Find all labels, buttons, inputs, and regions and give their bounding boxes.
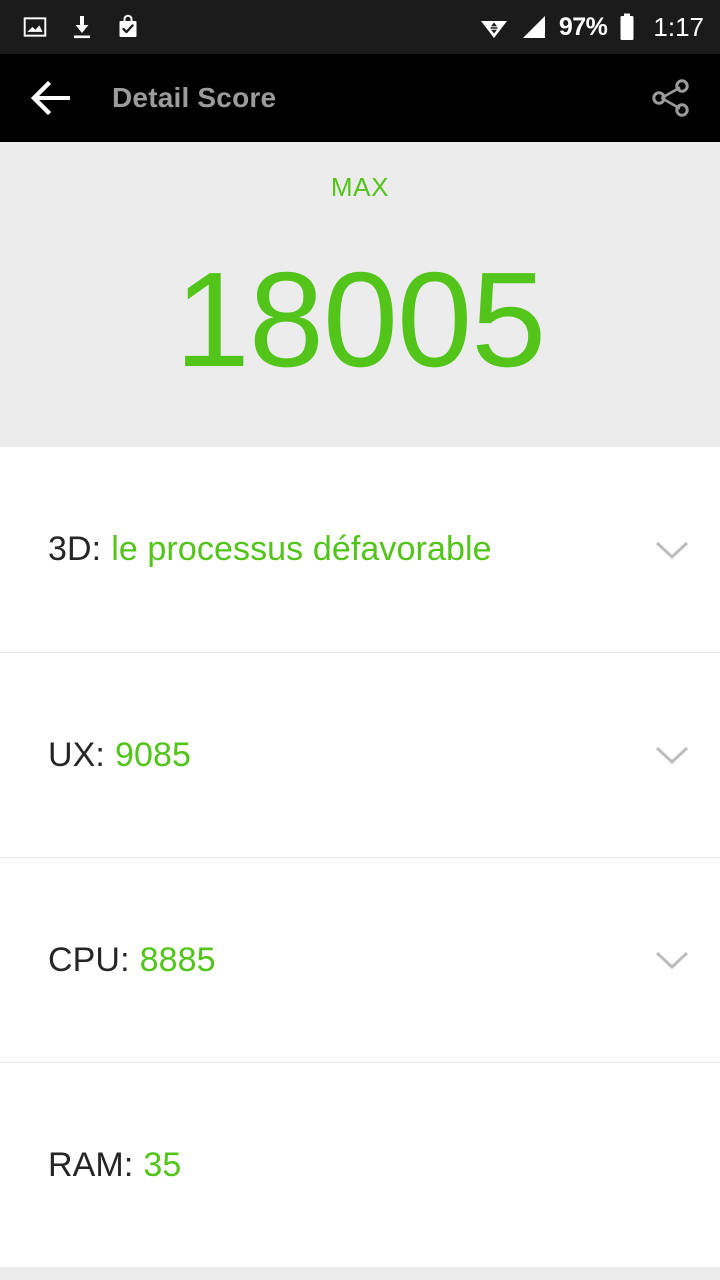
- detail-row-label: 3D:: [48, 530, 102, 568]
- download-icon: [70, 14, 94, 40]
- detail-row-ram[interactable]: RAM: 35: [0, 1062, 720, 1267]
- chevron-down-icon[interactable]: [652, 537, 692, 563]
- max-score-label: MAX: [330, 172, 390, 202]
- share-icon[interactable]: [648, 76, 694, 120]
- chevron-down-icon[interactable]: [652, 742, 692, 768]
- detail-row-label: UX:: [48, 735, 105, 774]
- detail-row-ux[interactable]: UX: 9085: [0, 652, 720, 857]
- bottom-strip: [0, 1267, 720, 1280]
- shopping-bag-check-icon: [116, 14, 140, 40]
- back-arrow-icon[interactable]: [28, 78, 74, 118]
- max-score-value: 18005: [174, 244, 546, 395]
- detail-row-cpu[interactable]: CPU: 8885: [0, 857, 720, 1062]
- detail-row-label: RAM:: [48, 1145, 134, 1184]
- wifi-data-transfer-icon: [479, 13, 509, 41]
- status-bar-clock: 1:17: [653, 11, 704, 42]
- app-screen: 97% 1:17 Detail Score MAX 18005 3D: le p…: [0, 0, 720, 1280]
- detail-row-label: CPU:: [48, 940, 130, 979]
- status-bar: 97% 1:17: [0, 0, 720, 54]
- status-bar-system-icons: 97% 1:17: [479, 12, 704, 43]
- battery-percent-label: 97%: [558, 12, 608, 41]
- detail-row-value: 8885: [139, 940, 216, 979]
- cell-signal-icon: [520, 13, 548, 41]
- max-score-panel: MAX 18005: [0, 142, 720, 447]
- detail-score-list: 3D: le processus défavorable UX: 9085 CP…: [0, 447, 720, 1267]
- detail-row-3d[interactable]: 3D: le processus défavorable: [0, 447, 720, 652]
- image-icon: [22, 14, 48, 40]
- detail-row-value: 35: [143, 1145, 182, 1184]
- detail-row-value: 9085: [114, 735, 192, 774]
- page-title: Detail Score: [112, 82, 277, 113]
- battery-full-icon: [618, 12, 636, 42]
- detail-row-value: le processus défavorable: [111, 530, 492, 568]
- chevron-down-icon[interactable]: [652, 947, 692, 973]
- app-bar: Detail Score: [0, 54, 720, 142]
- status-bar-notification-icons: [22, 14, 140, 40]
